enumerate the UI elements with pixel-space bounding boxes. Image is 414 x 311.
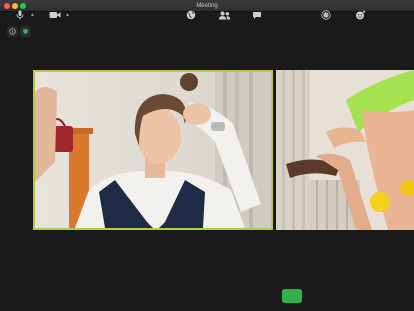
security-button[interactable] bbox=[20, 26, 31, 37]
window-titlebar: Meeting bbox=[0, 0, 414, 12]
record-icon bbox=[321, 10, 331, 20]
video-options-caret[interactable]: ▲ bbox=[65, 12, 70, 18]
participant-video-image-1 bbox=[35, 72, 271, 228]
video-camera-icon bbox=[49, 12, 61, 18]
video-button[interactable] bbox=[48, 7, 62, 23]
window-title: Meeting bbox=[196, 3, 218, 9]
globe-button[interactable] bbox=[184, 7, 198, 23]
record-button[interactable] bbox=[319, 7, 333, 23]
participant-video-2[interactable] bbox=[276, 70, 414, 230]
participant-video-image-2 bbox=[276, 70, 414, 230]
meeting-toolbar bbox=[0, 281, 414, 311]
participants-icon bbox=[218, 11, 230, 19]
chat-button[interactable] bbox=[250, 7, 264, 23]
chat-icon bbox=[253, 11, 261, 19]
info-icon bbox=[9, 28, 16, 35]
reactions-button[interactable] bbox=[353, 7, 367, 23]
share-screen-button[interactable] bbox=[282, 289, 302, 303]
participants-button[interactable] bbox=[216, 7, 232, 23]
shield-icon bbox=[23, 28, 28, 35]
participant-video-1[interactable] bbox=[33, 70, 273, 230]
info-button[interactable] bbox=[7, 26, 18, 37]
microphone-icon bbox=[16, 10, 24, 20]
reactions-icon bbox=[355, 10, 365, 20]
audio-options-caret[interactable]: ▲ bbox=[30, 12, 35, 18]
mute-button[interactable] bbox=[14, 7, 26, 23]
globe-icon bbox=[186, 10, 196, 20]
